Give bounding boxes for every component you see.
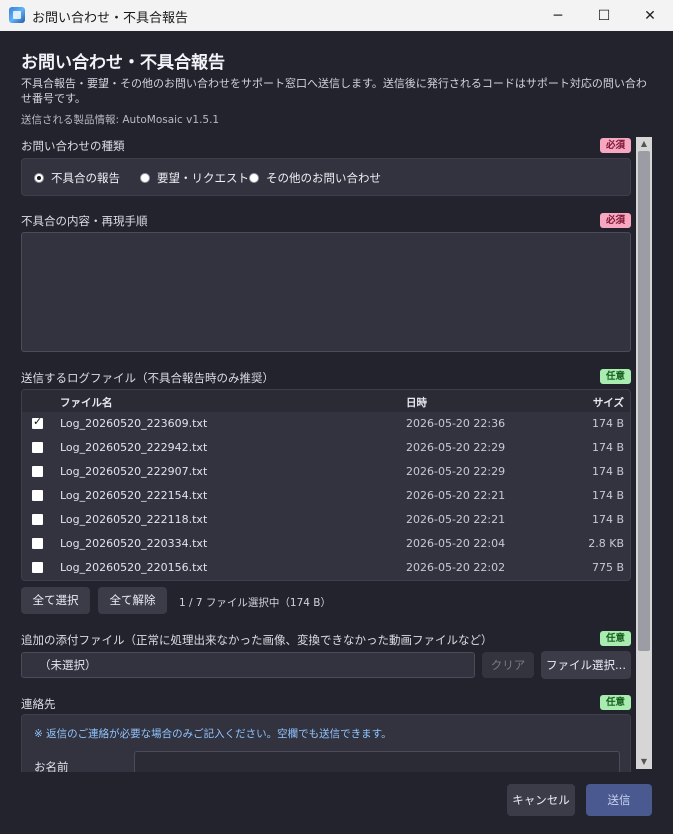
- inquiry-type-group: 不具合の報告 要望・リクエスト その他のお問い合わせ: [21, 158, 631, 196]
- row-checkbox[interactable]: [32, 415, 43, 429]
- page-title: お問い合わせ・不具合報告: [21, 53, 225, 73]
- file-size: 174 B: [591, 465, 624, 478]
- log-file-table: ファイル名 日時 サイズ Log_20260520_223609.txt 202…: [21, 389, 631, 581]
- scrollbar-thumb[interactable]: [638, 151, 650, 651]
- file-size: 775 B: [591, 561, 624, 574]
- attachment-path-field[interactable]: （未選択）: [21, 652, 475, 678]
- radio-icon: [249, 173, 259, 183]
- name-label: お名前: [34, 760, 69, 772]
- choose-file-button[interactable]: ファイル選択...: [541, 651, 631, 679]
- select-all-button[interactable]: 全て選択: [21, 587, 90, 614]
- radio-label: その他のお問い合わせ: [266, 171, 381, 185]
- window-title: お問い合わせ・不具合報告: [32, 11, 189, 26]
- contact-note: ※ 返信のご連絡が必要な場合のみご記入ください。空欄でも送信できます。: [34, 728, 392, 740]
- table-row[interactable]: Log_20260520_222154.txt 2026-05-20 22:21…: [22, 484, 630, 508]
- optional-badge: 任意: [600, 695, 631, 710]
- required-badge: 必須: [600, 213, 631, 228]
- radio-label: 不具合の報告: [51, 171, 120, 185]
- column-header-datetime[interactable]: 日時: [406, 395, 427, 410]
- file-size: 2.8 KB: [588, 537, 624, 550]
- column-header-size[interactable]: サイズ: [593, 395, 624, 410]
- attachment-label: 追加の添付ファイル（正常に処理出来なかった画像、変換できなかった動画ファイルなど…: [21, 633, 493, 647]
- selection-status: 1 / 7 ファイル選択中（174 B）: [179, 597, 331, 609]
- scroll-up-icon[interactable]: ▲: [636, 137, 652, 151]
- file-size: 174 B: [591, 489, 624, 502]
- table-row[interactable]: Log_20260520_222118.txt 2026-05-20 22:21…: [22, 508, 630, 532]
- row-checkbox[interactable]: [32, 514, 43, 525]
- row-checkbox[interactable]: [32, 562, 43, 573]
- file-name: Log_20260520_222907.txt: [60, 465, 208, 478]
- table-row[interactable]: Log_20260520_220334.txt 2026-05-20 22:04…: [22, 532, 630, 556]
- maximize-button[interactable]: ☐: [581, 0, 627, 31]
- inquiry-type-label: お問い合わせの種類: [21, 139, 125, 153]
- row-checkbox[interactable]: [32, 490, 43, 501]
- details-label: 不具合の内容・再現手順: [21, 214, 148, 228]
- table-row[interactable]: Log_20260520_223609.txt 2026-05-20 22:36…: [22, 412, 630, 436]
- file-size: 174 B: [591, 513, 624, 526]
- file-size: 174 B: [591, 441, 624, 454]
- clear-button[interactable]: クリア: [482, 652, 534, 678]
- radio-other[interactable]: その他のお問い合わせ: [249, 170, 381, 186]
- radio-request[interactable]: 要望・リクエスト: [140, 170, 249, 186]
- title-bar: お問い合わせ・不具合報告 ─ ☐ ✕: [0, 0, 673, 31]
- table-row[interactable]: Log_20260520_220156.txt 2026-05-20 22:02…: [22, 556, 630, 580]
- table-row[interactable]: Log_20260520_222907.txt 2026-05-20 22:29…: [22, 460, 630, 484]
- scroll-down-icon[interactable]: ▼: [636, 755, 652, 769]
- file-date: 2026-05-20 22:29: [406, 465, 506, 478]
- name-input[interactable]: [134, 751, 620, 772]
- close-button[interactable]: ✕: [627, 0, 673, 31]
- log-files-label: 送信するログファイル（不具合報告時のみ推奨）: [21, 371, 274, 385]
- cancel-button[interactable]: キャンセル: [507, 784, 575, 816]
- file-date: 2026-05-20 22:21: [406, 489, 506, 502]
- optional-badge: 任意: [600, 369, 631, 384]
- file-size: 174 B: [591, 417, 624, 430]
- form-scroll-area[interactable]: お問い合わせの種類 必須 不具合の報告 要望・リクエスト その他のお問い合わせ …: [0, 134, 673, 772]
- optional-badge: 任意: [600, 631, 631, 646]
- file-name: Log_20260520_222942.txt: [60, 441, 208, 454]
- row-checkbox[interactable]: [32, 538, 43, 549]
- row-checkbox[interactable]: [32, 466, 43, 477]
- radio-selected-icon: [34, 173, 44, 183]
- contact-panel: ※ 返信のご連絡が必要な場合のみご記入ください。空欄でも送信できます。 お名前: [21, 714, 631, 772]
- required-badge: 必須: [600, 138, 631, 153]
- radio-bug-report[interactable]: 不具合の報告: [34, 170, 120, 186]
- row-checkbox[interactable]: [32, 442, 43, 453]
- table-header: ファイル名 日時 サイズ: [22, 390, 630, 412]
- vertical-scrollbar[interactable]: ▲ ▼: [636, 137, 652, 769]
- file-name: Log_20260520_220156.txt: [60, 561, 208, 574]
- contact-label: 連絡先: [21, 697, 56, 711]
- file-date: 2026-05-20 22:36: [406, 417, 506, 430]
- table-row[interactable]: Log_20260520_222942.txt 2026-05-20 22:29…: [22, 436, 630, 460]
- file-date: 2026-05-20 22:02: [406, 561, 506, 574]
- product-info: 送信される製品情報: AutoMosaic v1.5.1: [21, 114, 220, 126]
- file-name: Log_20260520_223609.txt: [60, 417, 208, 430]
- radio-label: 要望・リクエスト: [157, 171, 249, 185]
- file-date: 2026-05-20 22:21: [406, 513, 506, 526]
- file-date: 2026-05-20 22:29: [406, 441, 506, 454]
- file-date: 2026-05-20 22:04: [406, 537, 506, 550]
- deselect-all-button[interactable]: 全て解除: [98, 587, 167, 614]
- send-button[interactable]: 送信: [586, 784, 652, 816]
- app-icon: [9, 7, 25, 23]
- column-header-filename[interactable]: ファイル名: [60, 395, 113, 410]
- file-name: Log_20260520_222118.txt: [60, 513, 208, 526]
- minimize-button[interactable]: ─: [535, 0, 581, 31]
- details-textarea[interactable]: [21, 232, 631, 352]
- file-name: Log_20260520_220334.txt: [60, 537, 208, 550]
- page-description: 不具合報告・要望・その他のお問い合わせをサポート窓口へ送信します。送信後に発行さ…: [21, 77, 647, 105]
- file-name: Log_20260520_222154.txt: [60, 489, 208, 502]
- radio-icon: [140, 173, 150, 183]
